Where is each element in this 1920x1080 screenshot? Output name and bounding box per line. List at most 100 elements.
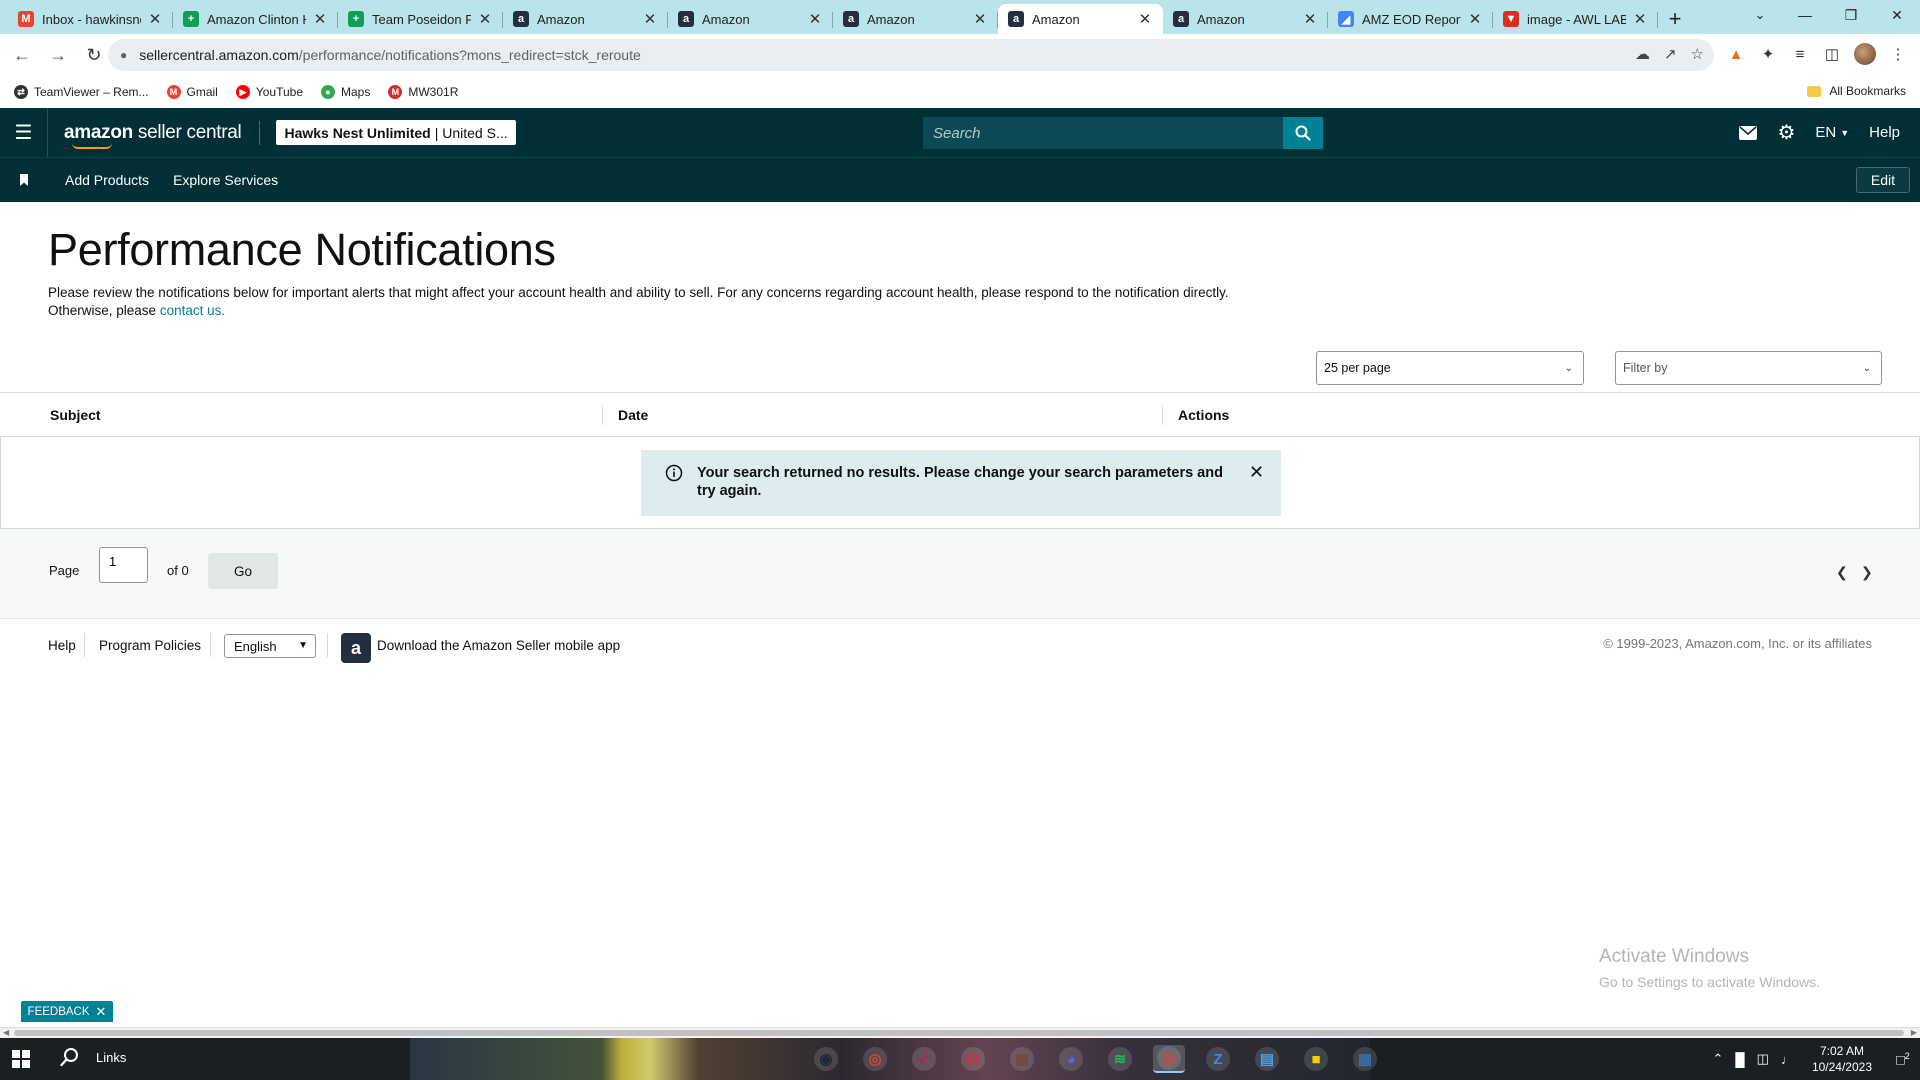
browser-tab[interactable]: ◢ AMZ EOD Report ✕ <box>1328 4 1493 34</box>
media-queue-icon[interactable]: ≡ <box>1790 44 1810 64</box>
forward-arrow-icon[interactable]: → <box>42 39 74 71</box>
notepad-icon[interactable]: ▤ <box>1251 1045 1283 1073</box>
contact-us-link[interactable]: contact us. <box>160 303 225 318</box>
nav-add-products[interactable]: Add Products <box>65 172 149 188</box>
zoom-icon[interactable]: Z <box>1202 1045 1234 1073</box>
app-icon[interactable]: ✓ <box>908 1045 940 1073</box>
windows-start-icon[interactable] <box>12 1050 30 1068</box>
close-tab-icon[interactable]: ✕ <box>1632 10 1648 28</box>
side-panel-icon[interactable]: ◫ <box>1822 44 1842 64</box>
tab-search-chevron-icon[interactable]: ⌄ <box>1748 4 1772 26</box>
taskbar-clock[interactable]: 7:02 AM 10/24/2023 <box>1812 1043 1872 1075</box>
all-bookmarks[interactable]: All Bookmarks <box>1807 84 1906 98</box>
search-button[interactable] <box>1283 117 1323 149</box>
close-tab-icon[interactable]: ✕ <box>1467 10 1483 28</box>
close-tab-icon[interactable]: ✕ <box>807 10 823 28</box>
search-input[interactable] <box>923 117 1283 149</box>
minimize-icon[interactable]: — <box>1782 0 1828 30</box>
discord-icon[interactable]: ◕ <box>1055 1045 1087 1073</box>
close-tab-icon[interactable]: ✕ <box>1137 10 1153 28</box>
browser-tab[interactable]: a Amazon ✕ <box>998 4 1163 34</box>
taskbar-search[interactable]: Links <box>60 1047 126 1067</box>
chrome-icon[interactable]: ◎ <box>859 1045 891 1073</box>
close-tab-icon[interactable]: ✕ <box>1302 10 1318 28</box>
url-bar[interactable]: ● sellercentral.amazon.com/performance/n… <box>108 39 1714 71</box>
footer-language-select[interactable]: English ▼ <box>224 634 316 658</box>
chrome-profile-icon[interactable]: ◎ <box>1153 1045 1185 1073</box>
language-selector[interactable]: EN ▼ <box>1815 124 1849 141</box>
amazon-seller-app-icon[interactable]: a <box>341 633 371 663</box>
photo-icon[interactable]: ▦ <box>1006 1045 1038 1073</box>
scroll-left-icon[interactable]: ◀ <box>3 1028 9 1037</box>
hamburger-menu-icon[interactable]: ☰ <box>0 108 48 157</box>
footer-help-link[interactable]: Help <box>48 638 76 653</box>
close-tab-icon[interactable]: ✕ <box>642 10 658 28</box>
calculator-icon[interactable]: ▦ <box>1349 1045 1381 1073</box>
chevron-up-icon[interactable]: ⌃ <box>1713 1051 1724 1067</box>
messages-envelope-icon[interactable] <box>1739 125 1758 140</box>
horizontal-scrollbar[interactable]: ◀ ▶ <box>0 1027 1920 1038</box>
metamask-fox-icon[interactable]: ▲ <box>1726 44 1746 64</box>
chrome-menu-icon[interactable]: ⋮ <box>1888 44 1908 64</box>
close-alert-icon[interactable]: ✕ <box>1249 463 1265 516</box>
feedback-button[interactable]: FEEDBACK ✕ <box>21 1001 113 1022</box>
bookmark-star-icon[interactable]: ☆ <box>1691 45 1704 63</box>
bookmark-item[interactable]: M Gmail <box>166 85 218 99</box>
close-tab-icon[interactable]: ✕ <box>477 10 493 28</box>
close-tab-icon[interactable]: ✕ <box>147 10 163 28</box>
profile-avatar[interactable] <box>1854 43 1876 65</box>
browser-tab[interactable]: + Team Poseidon PF ✕ <box>338 4 503 34</box>
sticky-notes-icon[interactable]: ■ <box>1300 1045 1332 1073</box>
scroll-right-icon[interactable]: ▶ <box>1911 1028 1917 1037</box>
bookmark-item[interactable]: ▶ YouTube <box>235 85 303 99</box>
browser-tab[interactable]: a Amazon ✕ <box>833 4 998 34</box>
volume-icon[interactable]: ♩ <box>1781 1052 1794 1067</box>
page-number-input[interactable] <box>99 547 148 583</box>
back-arrow-icon[interactable]: ← <box>6 39 38 71</box>
browser-tab[interactable]: a Amazon ✕ <box>668 4 833 34</box>
per-page-select[interactable]: 25 per page ⌄ <box>1316 351 1584 385</box>
store-switcher[interactable]: Hawks Nest Unlimited | United S... <box>276 120 517 145</box>
network-icon[interactable]: ◫ <box>1757 1051 1769 1067</box>
new-tab-button[interactable]: + <box>1658 4 1692 34</box>
nav-explore-services[interactable]: Explore Services <box>173 172 278 188</box>
column-header-date[interactable]: Date <box>618 407 648 423</box>
bookmark-icon[interactable] <box>0 174 48 186</box>
bookmark-item[interactable]: ● Maps <box>321 85 370 99</box>
site-info-icon[interactable]: ● <box>120 48 127 62</box>
mw-icon: M <box>388 85 403 99</box>
close-tab-icon[interactable]: ✕ <box>312 10 328 28</box>
spotify-icon[interactable]: ≋ <box>1104 1045 1136 1073</box>
browser-tab[interactable]: a Amazon ✕ <box>1163 4 1328 34</box>
browser-tab[interactable]: a Amazon ✕ <box>503 4 668 34</box>
filter-select[interactable]: Filter by ⌄ <box>1615 351 1882 385</box>
close-window-icon[interactable]: ✕ <box>1874 0 1920 30</box>
next-page-icon[interactable]: ❯ <box>1861 564 1873 581</box>
bookmark-item[interactable]: M MW301R <box>388 85 458 99</box>
share-icon[interactable]: ↗ <box>1664 45 1677 63</box>
close-feedback-icon[interactable]: ✕ <box>96 1004 107 1020</box>
bookmark-item[interactable]: ⇄ TeamViewer – Rem... <box>14 85 149 99</box>
microphone-icon[interactable]: █ <box>1735 1052 1744 1067</box>
help-link[interactable]: Help <box>1869 124 1900 141</box>
notifications-icon[interactable]: □2 <box>1886 1051 1920 1068</box>
scrollbar-thumb[interactable] <box>14 1030 1904 1036</box>
settings-gear-icon[interactable]: ⚙ <box>1777 120 1795 145</box>
extensions-puzzle-icon[interactable]: ✦ <box>1758 44 1778 64</box>
maximize-icon[interactable]: ❐ <box>1828 0 1874 30</box>
seller-central-logo[interactable]: amazon seller central <box>64 122 242 149</box>
go-button[interactable]: Go <box>208 553 278 589</box>
browser-tab[interactable]: + Amazon Clinton H ✕ <box>173 4 338 34</box>
install-app-icon[interactable]: ☁ <box>1635 45 1650 63</box>
browser-tab[interactable]: ▼ image - AWL LAB ✕ <box>1493 4 1658 34</box>
column-header-subject[interactable]: Subject <box>50 407 101 423</box>
steam-icon[interactable]: ◉ <box>810 1045 842 1073</box>
previous-page-icon[interactable]: ❮ <box>1836 564 1848 581</box>
close-tab-icon[interactable]: ✕ <box>972 10 988 28</box>
opera-icon[interactable]: O <box>957 1045 989 1073</box>
edit-nav-button[interactable]: Edit <box>1855 167 1910 193</box>
browser-tab[interactable]: M Inbox - hawkinsne ✕ <box>8 4 173 34</box>
program-policies-link[interactable]: Program Policies <box>99 638 201 653</box>
download-app-link[interactable]: Download the Amazon Seller mobile app <box>377 638 620 653</box>
reload-icon[interactable]: ↻ <box>78 39 110 71</box>
